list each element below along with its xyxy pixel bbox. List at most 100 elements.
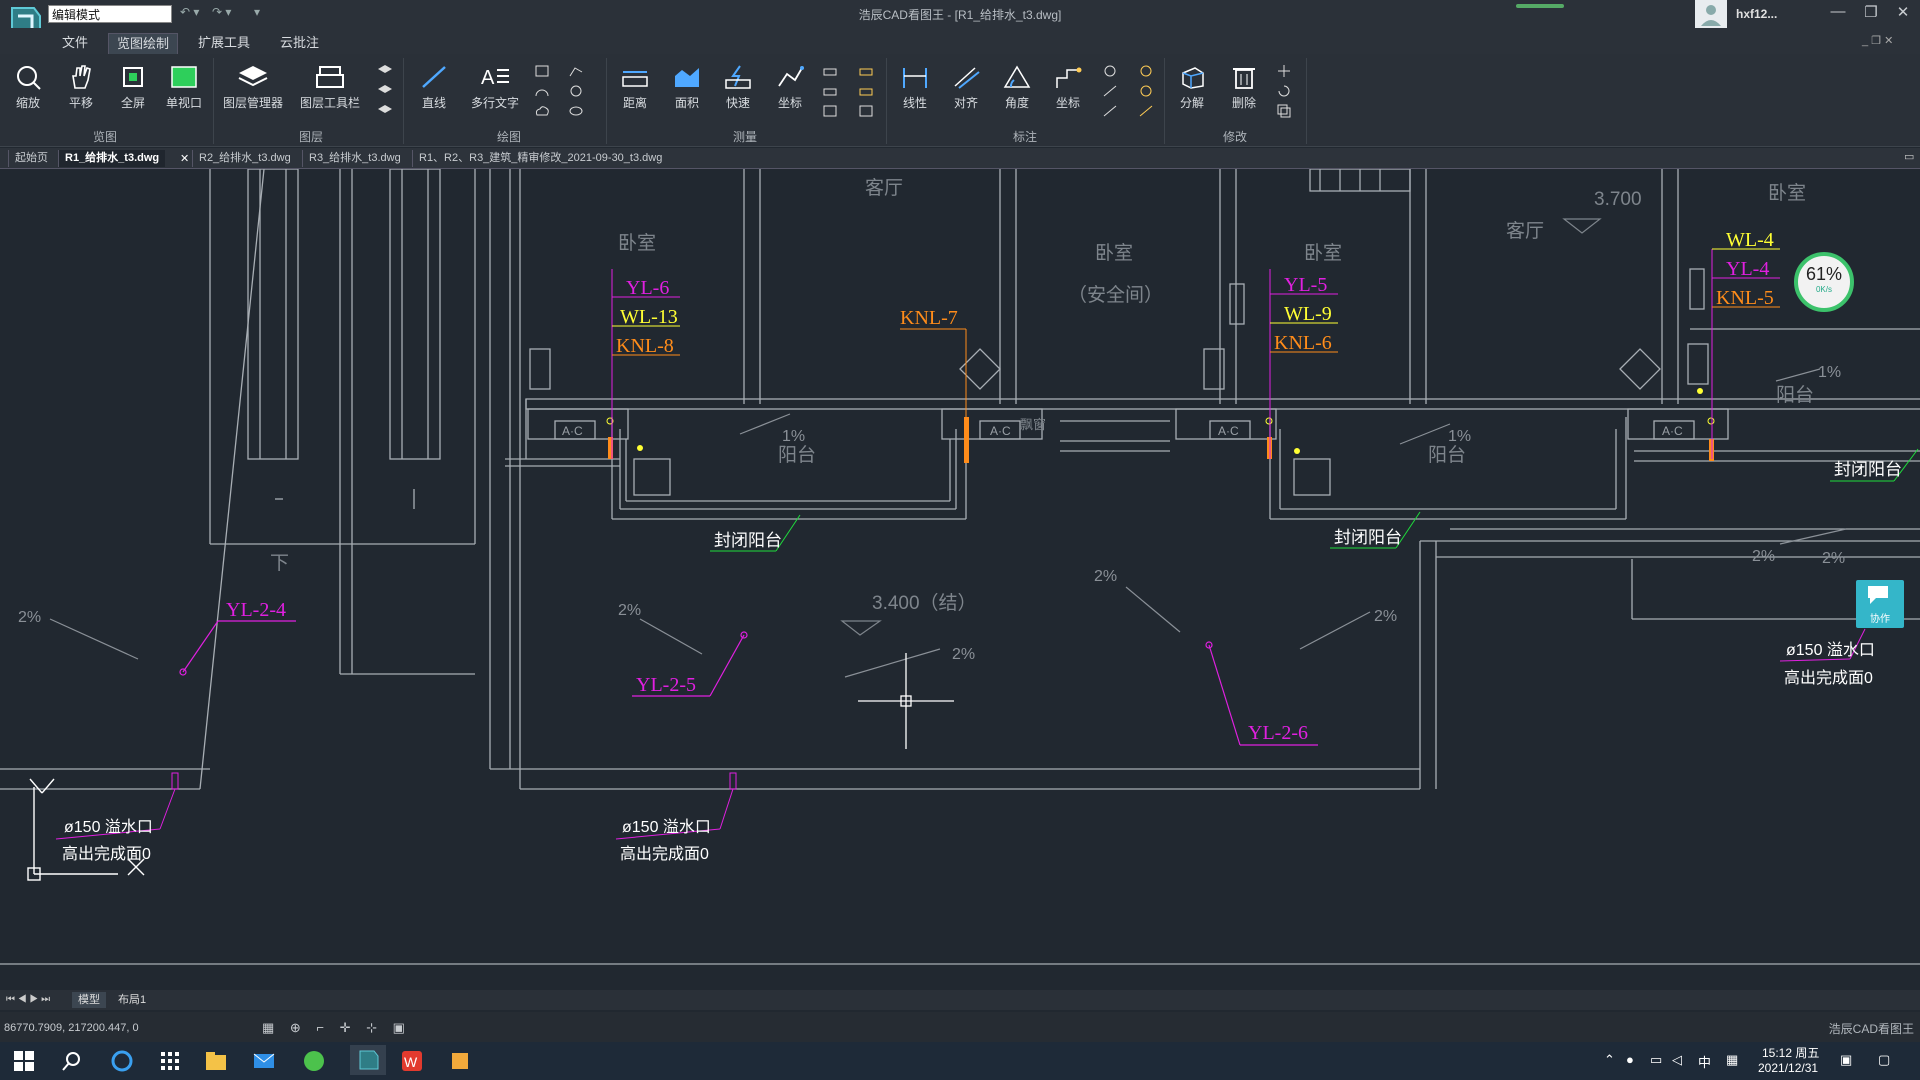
ellipse-icon[interactable] — [568, 104, 584, 118]
tab-nav-arrows-icon[interactable]: ⏮ ◀ ▶ ⏭ — [6, 994, 50, 1005]
cad-viewer-taskbar-icon[interactable] — [350, 1045, 386, 1075]
circle-icon[interactable] — [568, 84, 584, 98]
tab-start-page[interactable]: 起始页 — [8, 150, 54, 167]
close-tab-icon[interactable]: ✕ — [180, 152, 189, 165]
keyboard-grid-icon[interactable]: ▦ — [1726, 1052, 1738, 1068]
coordinate-measure-button[interactable]: 坐标 — [764, 64, 816, 111]
ime-indicator[interactable]: 中 — [1698, 1052, 1711, 1071]
tab-r1-plumbing[interactable]: R1_给排水_t3.dwg — [58, 150, 166, 167]
tab-r3-plumbing[interactable]: R3_给排水_t3.dwg — [302, 150, 407, 167]
pipe-label: WL-9 — [1284, 303, 1332, 325]
search-icon[interactable] — [60, 1049, 84, 1073]
app-tray-icon[interactable] — [448, 1049, 472, 1073]
windows-start-icon[interactable] — [12, 1049, 36, 1073]
slope-label: 2% — [1094, 568, 1117, 585]
tray-app-icon[interactable]: ● — [1626, 1052, 1634, 1067]
copy-icon[interactable] — [1276, 104, 1292, 118]
taskbar-app-badge-icon[interactable]: ▣ — [1840, 1052, 1852, 1068]
distance-tool-button[interactable]: 距离 — [609, 64, 661, 111]
tab-list-icon[interactable]: ▭ — [1904, 150, 1914, 163]
measure-angle-icon[interactable] — [822, 84, 838, 98]
menu-view-draw[interactable]: 览图绘制 — [108, 33, 179, 55]
measure-total-icon[interactable] — [858, 64, 874, 78]
file-explorer-icon[interactable] — [204, 1049, 228, 1073]
rectangle-icon[interactable] — [534, 64, 550, 78]
continue-dim-icon[interactable] — [1102, 104, 1118, 118]
coordinate-dim-button[interactable]: 坐标 — [1042, 64, 1094, 111]
elevation-label: 3.700 — [1594, 189, 1642, 210]
radius-dim-icon[interactable] — [1102, 64, 1118, 78]
drawing-canvas[interactable]: 客厅 卧室 卧室 （安全间） 卧室 客厅 卧室 阳台 阳台 阳台 下 3.700… — [0, 169, 1920, 989]
mail-icon[interactable] — [252, 1049, 276, 1073]
drain-label: YL-2-4 — [226, 599, 286, 621]
collaborate-button[interactable]: 协作 — [1856, 580, 1904, 628]
room-label: 客厅 — [865, 177, 903, 199]
mtext-tool-button[interactable]: A 多行文字 — [466, 64, 524, 111]
minimize-icon[interactable]: — — [1823, 3, 1853, 20]
tab-layout1[interactable]: 布局1 — [112, 992, 152, 1008]
network-icon[interactable]: ▭ — [1650, 1052, 1662, 1068]
single-viewport-button[interactable]: 单视口 — [158, 64, 210, 111]
measure-radius-icon[interactable] — [822, 104, 838, 118]
snap-grid-icons[interactable]: ▦ ⊕ ⌐ ✛ ⊹ ▣ — [262, 1020, 411, 1036]
layer-on-icon[interactable] — [377, 64, 393, 78]
tab-r2-plumbing[interactable]: R2_给排水_t3.dwg — [192, 150, 297, 167]
fullscreen-button[interactable]: 全屏 — [107, 64, 159, 111]
network-speed-widget[interactable]: 61% 0K/s — [1794, 252, 1854, 312]
measure-arc-icon[interactable] — [822, 64, 838, 78]
menu-cloud-annotate[interactable]: 云批注 — [272, 33, 327, 53]
layer-toolbar-button[interactable]: 图层工具栏 — [294, 64, 366, 111]
delete-button[interactable]: 删除 — [1218, 64, 1270, 111]
diameter-dim-icon[interactable] — [1138, 64, 1154, 78]
measure-table-icon[interactable] — [858, 104, 874, 118]
linear-dim-button[interactable]: 线性 — [889, 64, 941, 111]
angle-dim-button[interactable]: 角度 — [991, 64, 1043, 111]
tab-model[interactable]: 模型 — [72, 992, 106, 1008]
trash-icon — [1233, 68, 1255, 89]
ie-browser-icon[interactable] — [110, 1049, 134, 1073]
room-label: 阳台 — [1776, 384, 1814, 406]
zoom-slider[interactable] — [1516, 4, 1564, 8]
pan-tool-button[interactable]: 平移 — [55, 64, 107, 111]
close-icon[interactable]: ✕ — [1888, 3, 1918, 21]
explode-button[interactable]: 分解 — [1166, 64, 1218, 111]
notification-icon[interactable]: ▢ — [1878, 1052, 1890, 1068]
aligned-dim-button[interactable]: 对齐 — [940, 64, 992, 111]
wps-icon[interactable]: W — [400, 1049, 424, 1073]
menu-file[interactable]: 文件 — [54, 33, 96, 53]
pipe-label: KNL-7 — [900, 307, 958, 329]
arc-icon[interactable] — [534, 84, 550, 98]
volume-icon[interactable]: ◁ — [1672, 1052, 1682, 1068]
user-name[interactable]: hxf12... — [1736, 7, 1777, 21]
app-grid-icon[interactable] — [158, 1049, 182, 1073]
slope-label: 2% — [18, 609, 41, 626]
menu-extend-tools[interactable]: 扩展工具 — [190, 33, 258, 53]
polyline-icon[interactable] — [568, 64, 584, 78]
pipe-label: KNL-8 — [616, 335, 674, 357]
arc-length-icon[interactable] — [1138, 84, 1154, 98]
layer-freeze-icon[interactable] — [377, 104, 393, 118]
cloud-icon[interactable] — [534, 104, 550, 118]
layer-manager-button[interactable]: 图层管理器 — [217, 64, 289, 111]
coordinate-icon — [778, 66, 804, 87]
tab-architecture[interactable]: R1、R2、R3_建筑_精审修改_2021-09-30_t3.dwg — [412, 150, 668, 167]
area-tool-button[interactable]: 面积 — [661, 64, 713, 111]
layer-off-icon[interactable] — [377, 84, 393, 98]
dim-style-icon[interactable] — [1138, 104, 1154, 118]
pipe-label: YL-5 — [1284, 274, 1327, 296]
measure-batch-icon[interactable] — [858, 84, 874, 98]
leader-icon[interactable] — [1102, 84, 1118, 98]
clock-time[interactable]: 15:12 周五 — [1762, 1044, 1819, 1061]
clock-date[interactable]: 2021/12/31 — [1758, 1061, 1818, 1075]
move-icon[interactable] — [1276, 64, 1292, 78]
speed-percent: 61% — [1805, 264, 1843, 284]
doc-window-controls[interactable]: _ ❐ ✕ — [1862, 34, 1893, 47]
browser-360-icon[interactable] — [302, 1049, 326, 1073]
rotate-icon[interactable] — [1276, 84, 1292, 98]
zoom-tool-button[interactable]: 缩放 — [2, 64, 54, 111]
tray-chevron-icon[interactable]: ⌃ — [1604, 1052, 1615, 1068]
avatar[interactable] — [1695, 0, 1727, 28]
line-tool-button[interactable]: 直线 — [408, 64, 460, 111]
maximize-icon[interactable]: ❐ — [1856, 3, 1886, 21]
quick-measure-button[interactable]: 快速 — [712, 64, 764, 111]
